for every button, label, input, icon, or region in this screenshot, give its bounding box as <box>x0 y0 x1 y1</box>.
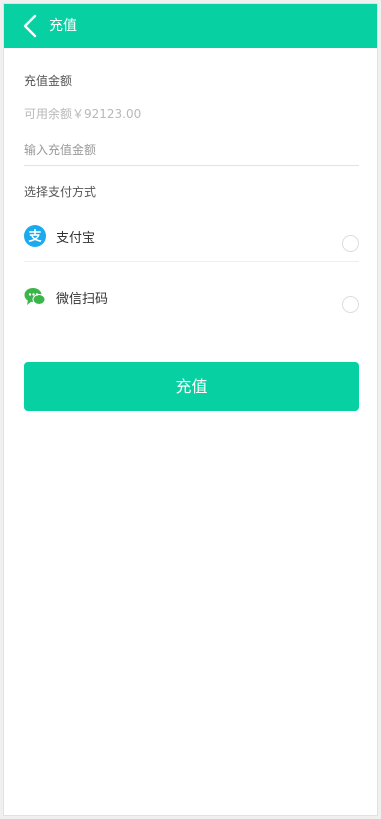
wechat-icon <box>24 286 46 308</box>
page-title: 充值 <box>49 18 77 34</box>
alipay-icon: 支 <box>24 225 46 247</box>
amount-label: 充值金额 <box>24 74 73 88</box>
payment-method-label: 选择支付方式 <box>24 185 97 199</box>
alipay-radio[interactable] <box>342 235 359 252</box>
back-button[interactable] <box>20 13 42 39</box>
wechat-label: 微信扫码 <box>56 292 109 307</box>
app-frame: 充值 充值金额 可用余额￥92123.00 选择支付方式 支 支付宝 微信扫码 <box>3 3 378 816</box>
alipay-label: 支付宝 <box>56 231 96 246</box>
chevron-left-icon <box>23 14 37 38</box>
app-header: 充值 <box>4 4 377 48</box>
available-balance: 可用余额￥92123.00 <box>24 107 142 121</box>
amount-input[interactable] <box>24 135 359 166</box>
payment-option-alipay[interactable]: 支 支付宝 <box>24 211 359 262</box>
recharge-button[interactable]: 充值 <box>24 362 359 411</box>
payment-option-wechat[interactable]: 微信扫码 <box>24 272 359 322</box>
wechat-radio[interactable] <box>342 296 359 313</box>
svg-text:支: 支 <box>27 229 42 245</box>
